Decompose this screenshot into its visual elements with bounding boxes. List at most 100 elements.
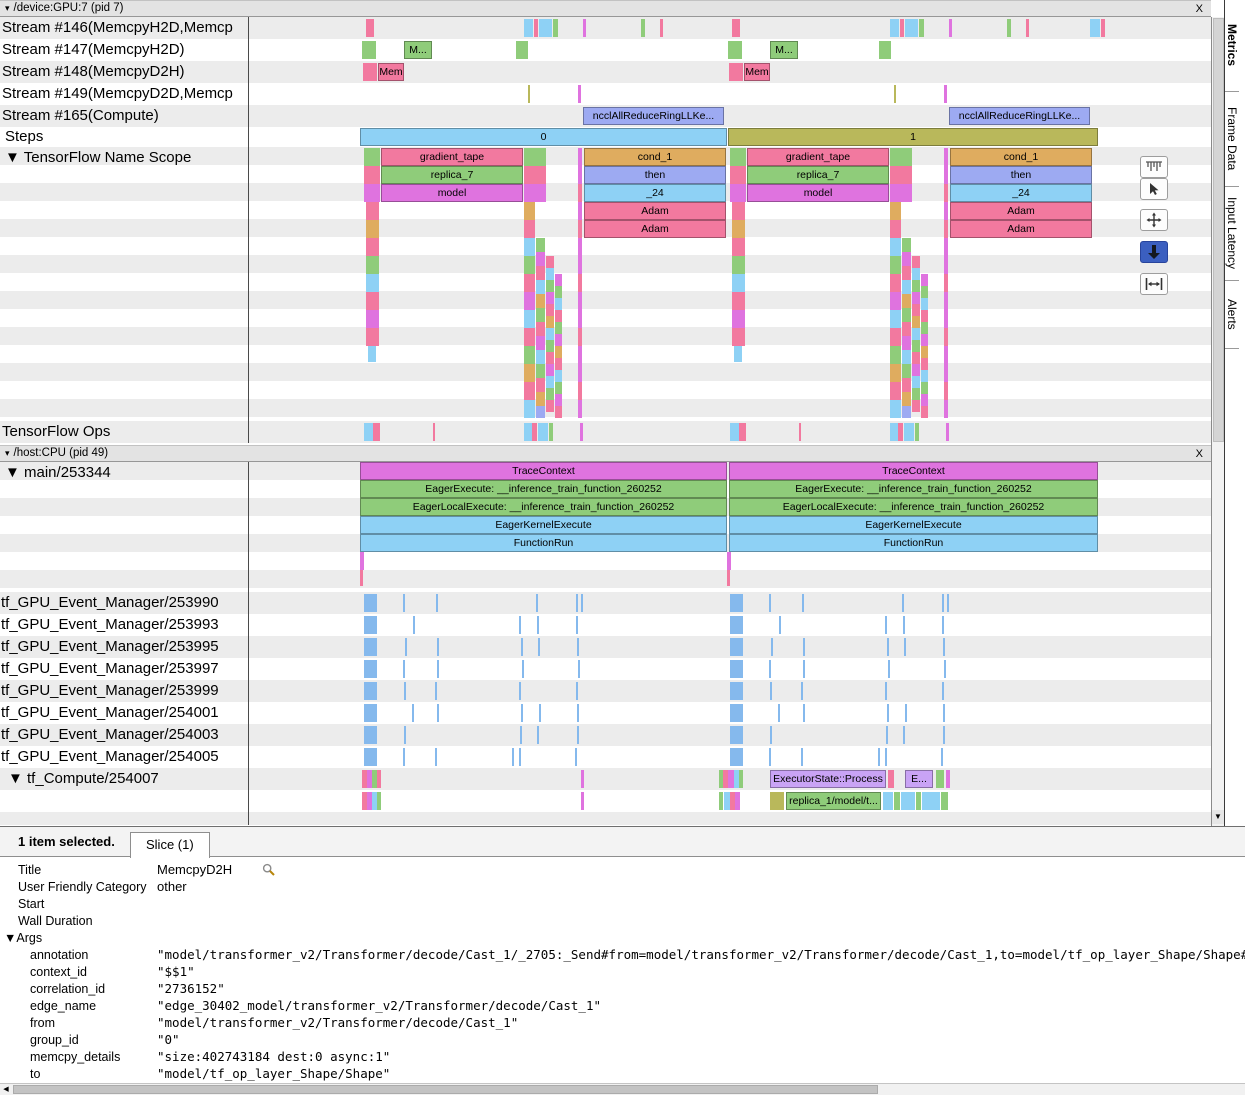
trace-slice-small[interactable] <box>534 19 538 37</box>
trace-slice-small[interactable] <box>578 238 582 256</box>
trace-slice-small[interactable] <box>801 748 803 766</box>
trace-slice-small[interactable] <box>769 660 771 678</box>
trace-slice-small[interactable] <box>524 400 535 418</box>
trace-slice-small[interactable] <box>730 616 743 634</box>
trace-slice-small[interactable] <box>546 316 554 328</box>
trace-slice-small[interactable] <box>921 274 928 286</box>
trace-slice-small[interactable] <box>770 682 772 700</box>
trace-slice-small[interactable] <box>555 406 562 418</box>
trace-slice-small[interactable] <box>364 423 373 441</box>
trace-slice-small[interactable] <box>898 423 903 441</box>
trace-slice-small[interactable] <box>944 256 948 274</box>
trace-slice-small[interactable] <box>943 638 945 656</box>
track-label-tensorflow-name-scope[interactable]: ▼ TensorFlow Name Scope <box>0 147 246 169</box>
trace-slice[interactable]: cond_1 <box>584 148 726 166</box>
tab-slice[interactable]: Slice (1) <box>130 832 210 858</box>
trace-slice-small[interactable] <box>546 376 554 388</box>
track-label-steps[interactable]: Steps <box>0 127 246 147</box>
trace-slice-small[interactable] <box>524 274 535 292</box>
track-label-gem-254001[interactable]: tf_GPU_Event_Manager/254001 <box>0 702 246 724</box>
trace-slice-small[interactable] <box>364 616 377 634</box>
trace-slice-small[interactable] <box>377 792 381 810</box>
trace-slice-small[interactable] <box>578 85 581 103</box>
trace-slice-small[interactable] <box>942 594 944 612</box>
trace-slice-small[interactable] <box>546 304 554 316</box>
trace-slice-small[interactable] <box>546 292 554 304</box>
trace-slice-small[interactable] <box>730 638 743 656</box>
trace-slice-small[interactable] <box>888 770 894 788</box>
horizontal-scrollbar-thumb[interactable] <box>13 1085 878 1094</box>
trace-slice-small[interactable] <box>435 682 437 700</box>
trace-slice[interactable]: EagerKernelExecute <box>729 516 1098 534</box>
trace-slice-small[interactable] <box>546 364 554 376</box>
trace-slice-small[interactable] <box>944 238 948 256</box>
trace-slice-small[interactable] <box>944 202 948 220</box>
trace-slice-small[interactable] <box>890 274 901 292</box>
trace-slice-small[interactable] <box>944 292 948 310</box>
trace-slice-small[interactable] <box>944 274 948 292</box>
tab-frame-data[interactable]: Frame Data <box>1225 92 1239 187</box>
trace-slice[interactable]: Mem <box>378 63 404 81</box>
trace-slice-small[interactable] <box>902 322 911 336</box>
trace-slice-small[interactable] <box>730 726 743 744</box>
trace-slice-small[interactable] <box>437 638 439 656</box>
trace-slice-small[interactable] <box>944 85 947 103</box>
trace-slice-small[interactable] <box>887 704 889 722</box>
trace-slice-small[interactable] <box>902 406 911 418</box>
trace-slice-small[interactable] <box>546 388 554 400</box>
trace-slice[interactable]: then <box>950 166 1092 184</box>
trace-slice-small[interactable] <box>890 328 901 346</box>
trace-slice-small[interactable] <box>366 328 379 346</box>
trace-slice-small[interactable] <box>363 63 377 81</box>
trace-slice-small[interactable] <box>522 660 524 678</box>
trace-slice-small[interactable] <box>912 292 920 304</box>
ruler-tool-button[interactable] <box>1140 156 1168 178</box>
trace-slice-small[interactable] <box>728 41 742 59</box>
trace-slice-small[interactable] <box>912 340 920 352</box>
trace-slice-small[interactable] <box>902 294 911 308</box>
gpu-section-header[interactable]: ▾/device:GPU:7 (pid 7) X <box>0 0 1211 17</box>
trace-slice-small[interactable] <box>912 400 920 412</box>
trace-slice-small[interactable] <box>366 256 379 274</box>
trace-slice-small[interactable] <box>524 202 535 220</box>
trace-slice[interactable]: 0 <box>360 128 727 146</box>
trace-slice-small[interactable] <box>366 238 379 256</box>
trace-slice-small[interactable] <box>887 638 889 656</box>
trace-slice-small[interactable] <box>778 704 780 722</box>
trace-slice-small[interactable] <box>912 352 920 364</box>
trace-slice-small[interactable] <box>904 638 906 656</box>
trace-slice-small[interactable] <box>377 770 381 788</box>
trace-slice-small[interactable] <box>536 406 545 418</box>
trace-slice-small[interactable] <box>921 334 928 346</box>
trace-slice-small[interactable] <box>915 423 919 441</box>
trace-slice-small[interactable] <box>435 748 437 766</box>
trace-slice-small[interactable] <box>555 322 562 334</box>
trace-slice-small[interactable] <box>890 423 898 441</box>
trace-slice-small[interactable] <box>730 184 746 202</box>
trace-slice[interactable]: _24 <box>950 184 1092 202</box>
trace-slice-small[interactable] <box>921 394 928 406</box>
trace-slice-small[interactable] <box>364 184 380 202</box>
trace-slice-small[interactable] <box>581 792 584 810</box>
track-label-stream-147[interactable]: Stream #147(MemcpyH2D) <box>0 39 246 61</box>
trace-slice-small[interactable] <box>769 748 771 766</box>
trace-slice-small[interactable] <box>946 423 949 441</box>
trace-slice-small[interactable] <box>770 792 784 810</box>
trace-slice-small[interactable] <box>539 704 541 722</box>
trace-slice[interactable]: replica_1/model/t... <box>786 792 881 810</box>
trace-slice[interactable]: Mem <box>744 63 770 81</box>
trace-slice-small[interactable] <box>437 660 439 678</box>
trace-slice-small[interactable] <box>943 726 945 744</box>
trace-slice-small[interactable] <box>577 704 579 722</box>
tab-input-latency[interactable]: Input Latency <box>1225 187 1239 281</box>
magnifier-icon[interactable] <box>262 863 275 876</box>
trace-slice-small[interactable] <box>519 682 521 700</box>
trace-slice[interactable]: Adam <box>584 220 726 238</box>
trace-slice-small[interactable] <box>903 616 905 634</box>
trace-slice-small[interactable] <box>583 19 586 37</box>
tab-alerts[interactable]: Alerts <box>1225 281 1239 349</box>
trace-slice-small[interactable] <box>902 308 911 322</box>
trace-slice-small[interactable] <box>912 316 920 328</box>
trace-slice-small[interactable] <box>890 346 901 364</box>
trace-slice-small[interactable] <box>536 336 545 350</box>
